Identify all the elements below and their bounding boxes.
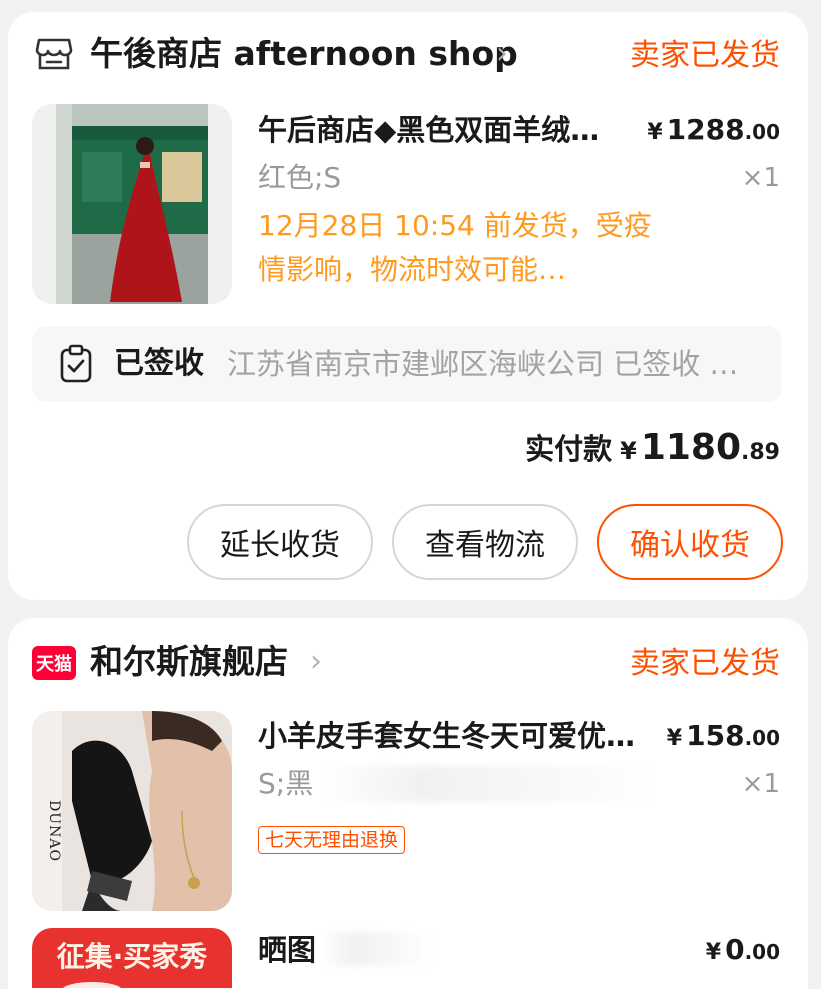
- redacted-blur: [320, 932, 430, 966]
- product-price: ¥158.00: [667, 716, 780, 759]
- price-decimal: .00: [744, 940, 780, 964]
- chevron-right-icon[interactable]: ›: [310, 646, 322, 678]
- gift-title[interactable]: 晒图: [258, 930, 316, 970]
- paid-label: 实付款: [525, 432, 613, 466]
- shop-header[interactable]: 午後商店 afternoon shop › 卖家已发货: [8, 12, 808, 100]
- gift-price: ¥0.00: [706, 930, 780, 973]
- price-integer: 0: [725, 933, 745, 966]
- price-integer: 158: [686, 719, 745, 752]
- order-status: 卖家已发货: [630, 646, 780, 681]
- view-logistics-button[interactable]: 查看物流: [392, 504, 578, 580]
- logistics-status: 已签收: [114, 346, 204, 381]
- clipboard-check-icon: [58, 344, 98, 384]
- product-image[interactable]: [32, 104, 232, 304]
- product-sku: S;黑: [258, 767, 314, 800]
- store-icon: [34, 34, 74, 74]
- order-status: 卖家已发货: [630, 38, 780, 73]
- shop-name[interactable]: 午後商店 afternoon shop: [90, 32, 518, 76]
- shop-name[interactable]: 和尔斯旗舰店: [90, 640, 288, 684]
- logistics-detail: 江苏省南京市建邺区海峡公司 已签收 …: [227, 347, 739, 381]
- paid-amount: 实付款 ¥1180.89: [525, 426, 780, 476]
- product-image[interactable]: DUNAO: [32, 711, 232, 911]
- product-quantity: ×1: [741, 163, 780, 193]
- price-decimal: .00: [744, 726, 780, 750]
- order-card[interactable]: 天猫 和尔斯旗舰店 › 卖家已发货 DUNAO 小羊皮手套女生冬天可爱优… ¥1…: [8, 618, 808, 989]
- product-sku: 红色;S: [258, 161, 342, 194]
- gift-image[interactable]: 征集·买家秀: [32, 928, 232, 988]
- confirm-receipt-button[interactable]: 确认收货: [597, 504, 783, 580]
- order-card[interactable]: 午後商店 afternoon shop › 卖家已发货 午后商店◆黑色双面羊绒……: [8, 12, 808, 600]
- shop-header[interactable]: 天猫 和尔斯旗舰店 › 卖家已发货: [8, 618, 808, 706]
- logistics-bar[interactable]: 已签收 江苏省南京市建邺区海峡公司 已签收 …: [32, 326, 782, 402]
- currency-symbol: ¥: [705, 940, 722, 965]
- shipping-note: 12月28日 10:54 前发货，受疫情影响，物流时效可能…: [258, 209, 652, 286]
- return-policy-tag: 七天无理由退换: [258, 826, 406, 854]
- tmall-logo: 天猫: [32, 646, 76, 680]
- paid-decimal: .89: [741, 440, 780, 465]
- product-price: ¥1288.00: [647, 110, 780, 153]
- redacted-blur: [323, 766, 653, 802]
- price-decimal: .00: [744, 120, 780, 144]
- currency-symbol: ¥: [620, 437, 637, 465]
- product-title[interactable]: 午后商店◆黑色双面羊绒…: [258, 110, 599, 150]
- currency-symbol: ¥: [647, 120, 663, 145]
- paid-integer: 1180: [640, 427, 742, 468]
- price-integer: 1288: [666, 113, 745, 146]
- chevron-right-icon[interactable]: ›: [496, 38, 508, 70]
- product-title[interactable]: 小羊皮手套女生冬天可爱优…: [258, 716, 635, 756]
- gift-image-text: 征集·买家秀: [57, 940, 208, 973]
- extend-receipt-button[interactable]: 延长收货: [187, 504, 373, 580]
- product-quantity: ×1: [741, 769, 780, 799]
- product-image-brand: DUNAO: [46, 800, 62, 862]
- currency-symbol: ¥: [666, 726, 683, 751]
